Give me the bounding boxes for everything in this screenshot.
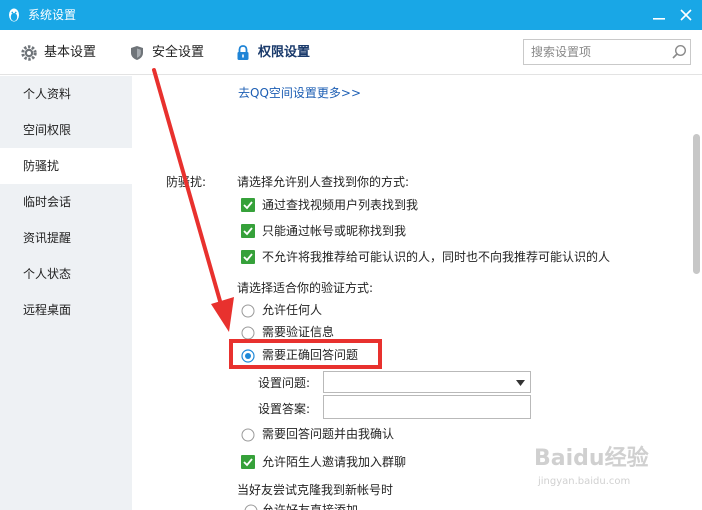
tab-permission-settings[interactable]: 权限设置 bbox=[234, 30, 310, 75]
checkbox-group-invite[interactable] bbox=[241, 455, 255, 469]
option-allow-friend-add: 允许好友直接添加 bbox=[262, 503, 359, 510]
content-scrollbar[interactable] bbox=[692, 76, 702, 510]
radio-allow-anyone[interactable] bbox=[241, 304, 255, 318]
option-video-user-list: 通过查找视频用户列表找到我 bbox=[262, 198, 419, 212]
answer-label: 设置答案: bbox=[258, 402, 311, 416]
close-icon[interactable] bbox=[677, 6, 695, 24]
minimize-icon[interactable] bbox=[650, 6, 668, 24]
clone-prompt: 当好友尝试克隆我到新帐号时 bbox=[237, 483, 394, 497]
radio-allow-friend-add[interactable] bbox=[244, 504, 258, 510]
search-icon[interactable] bbox=[671, 44, 687, 60]
radio-need-verify-info[interactable] bbox=[241, 326, 255, 340]
search-input[interactable] bbox=[524, 40, 664, 64]
window-title: 系统设置 bbox=[28, 8, 77, 22]
sidebar: 个人资料 空间权限 防骚扰 临时会话 资讯提醒 个人状态 远程桌面 bbox=[0, 76, 132, 510]
settings-content: 去QQ空间设置更多>> 防骚扰: 请选择允许别人查找到你的方式: 通过查找视频用… bbox=[132, 76, 702, 510]
scrollbar-thumb[interactable] bbox=[693, 134, 700, 274]
verify-method-prompt: 请选择适合你的验证方式: bbox=[237, 281, 374, 295]
checkbox-account-or-nickname[interactable] bbox=[241, 224, 255, 238]
option-group-invite: 允许陌生人邀请我加入群聊 bbox=[262, 455, 407, 469]
sidebar-item-personal-status[interactable]: 个人状态 bbox=[0, 256, 132, 292]
option-no-recommend: 不允许将我推荐给可能认识的人，同时也不向我推荐可能认识的人 bbox=[262, 250, 611, 264]
tab-basic-settings[interactable]: 基本设置 bbox=[20, 30, 96, 75]
option-allow-anyone: 允许任何人 bbox=[262, 303, 323, 317]
shield-icon bbox=[131, 45, 143, 60]
watermark-url: jingyan.baidu.com bbox=[538, 476, 631, 487]
option-answer-and-confirm: 需要回答问题并由我确认 bbox=[262, 427, 395, 441]
tab-permission-settings-label: 权限设置 bbox=[258, 44, 311, 60]
tab-security-settings-label: 安全设置 bbox=[152, 44, 205, 60]
checkbox-no-recommend[interactable] bbox=[241, 250, 255, 264]
sidebar-item-anti-harassment[interactable]: 防骚扰 bbox=[0, 148, 132, 184]
find-method-prompt: 请选择允许别人查找到你的方式: bbox=[237, 175, 410, 189]
sidebar-item-remote-desktop[interactable]: 远程桌面 bbox=[0, 292, 132, 328]
option-need-verify-info: 需要验证信息 bbox=[262, 325, 335, 339]
watermark-logo: Baidu经验 bbox=[534, 446, 649, 471]
gear-icon bbox=[21, 44, 37, 61]
lock-icon bbox=[237, 44, 249, 60]
tab-bar: 基本设置 安全设置 权限设置 bbox=[0, 30, 702, 75]
option-account-or-nickname: 只能通过帐号或昵称找到我 bbox=[262, 224, 407, 238]
highlight-box bbox=[229, 339, 382, 369]
question-dropdown[interactable] bbox=[323, 371, 531, 393]
qq-penguin-icon bbox=[9, 8, 19, 22]
baidu-watermark: Baidu经验 jingyan.baidu.com bbox=[534, 446, 666, 492]
question-label: 设置问题: bbox=[258, 376, 311, 390]
sidebar-item-profile[interactable]: 个人资料 bbox=[0, 76, 132, 112]
title-bar: 系统设置 bbox=[0, 0, 702, 30]
radio-answer-and-confirm[interactable] bbox=[241, 428, 255, 442]
tab-security-settings[interactable]: 安全设置 bbox=[128, 30, 204, 75]
sidebar-item-news-reminder[interactable]: 资讯提醒 bbox=[0, 220, 132, 256]
answer-input[interactable] bbox=[323, 395, 531, 419]
tab-basic-settings-label: 基本设置 bbox=[44, 44, 97, 60]
chevron-down-icon bbox=[516, 380, 525, 386]
sidebar-item-space-permission[interactable]: 空间权限 bbox=[0, 112, 132, 148]
search-box bbox=[523, 39, 691, 65]
qzone-more-link[interactable]: 去QQ空间设置更多>> bbox=[238, 85, 361, 101]
checkbox-video-user-list[interactable] bbox=[241, 198, 255, 212]
section-label: 防骚扰: bbox=[166, 175, 207, 189]
sidebar-item-temp-session[interactable]: 临时会话 bbox=[0, 184, 132, 220]
